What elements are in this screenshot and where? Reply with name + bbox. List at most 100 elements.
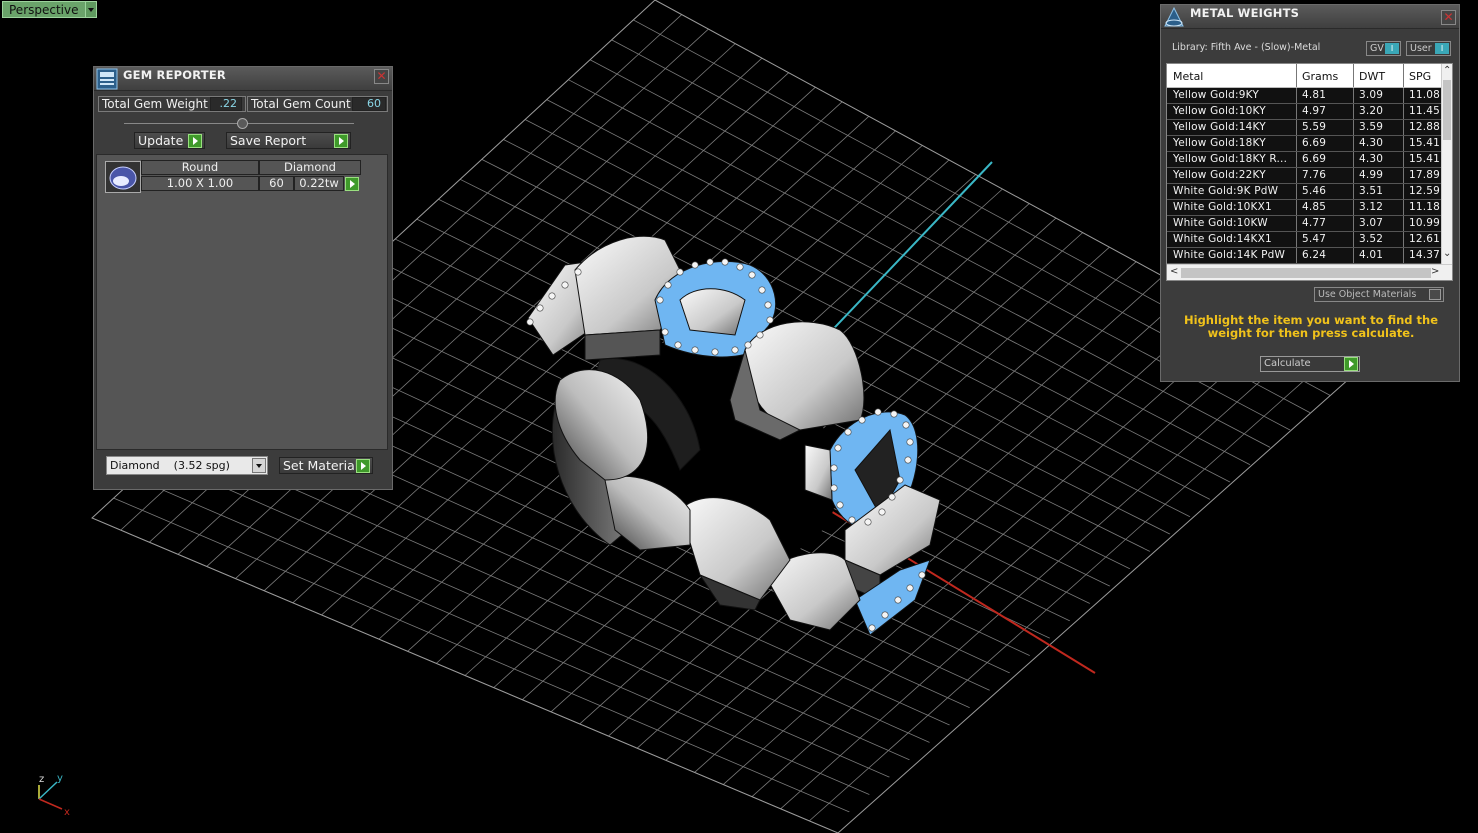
- prong-bead: [731, 346, 739, 354]
- table-row[interactable]: Yellow Gold:18KY 6.69 4.30 15.41: [1167, 136, 1443, 152]
- gem-reporter-panel[interactable]: GEM REPORTER ✕ Total Gem Weight .22 Tota…: [93, 66, 393, 490]
- scroll-left-icon[interactable]: <: [1170, 266, 1178, 277]
- gem-reporter-titlebar[interactable]: GEM REPORTER ✕: [94, 67, 392, 91]
- metal-weights-icon: [1164, 6, 1184, 27]
- gem-weight: 0.22tw: [294, 176, 344, 191]
- use-object-materials-label: Use Object Materials: [1318, 289, 1417, 300]
- viewport-name[interactable]: Perspective: [2, 1, 86, 18]
- dwt-cell: 4.99: [1359, 169, 1384, 181]
- dwt-cell: 4.30: [1359, 153, 1384, 165]
- table-row[interactable]: White Gold:14KX1 5.47 3.52 12.61: [1167, 232, 1443, 248]
- horizontal-scroll-thumb[interactable]: [1181, 268, 1431, 278]
- axis-triad-icon: z y x: [38, 773, 70, 816]
- material-select[interactable]: Diamond (3.52 spg): [106, 456, 268, 475]
- vertical-scroll-thumb[interactable]: [1443, 80, 1451, 140]
- prong-bead: [661, 328, 669, 336]
- grams-cell: 5.59: [1302, 121, 1327, 133]
- user-toggle[interactable]: User I: [1406, 41, 1451, 56]
- update-button[interactable]: Update: [134, 132, 205, 149]
- gem-size: 1.00 X 1.00: [141, 176, 259, 191]
- prong-bead: [561, 281, 569, 289]
- prong-bead: [706, 258, 714, 266]
- prong-bead: [664, 281, 672, 289]
- metal-name-cell: Yellow Gold:9KY: [1173, 89, 1259, 101]
- metal-table-header: Metal Grams DWT SPG: [1167, 64, 1443, 88]
- table-row[interactable]: Yellow Gold:14KY 5.59 3.59 12.88: [1167, 120, 1443, 136]
- spg-cell: 11.18: [1409, 201, 1441, 213]
- set-material-button[interactable]: Set Material: [279, 457, 373, 474]
- gem-list[interactable]: Round Diamond 1.00 X 1.00 60 0.22tw: [96, 154, 388, 450]
- panel-slider-handle[interactable]: [237, 118, 248, 129]
- dwt-cell: 3.12: [1359, 201, 1384, 213]
- prong-bead: [906, 438, 914, 446]
- dwt-cell: 4.01: [1359, 249, 1384, 261]
- metal-weights-panel[interactable]: METAL WEIGHTS ✕ Library: Fifth Ave - (Sl…: [1160, 4, 1460, 382]
- play-icon: [188, 134, 202, 148]
- checkbox-icon[interactable]: [1429, 289, 1441, 300]
- grams-cell: 4.81: [1302, 89, 1327, 101]
- col-metal[interactable]: Metal: [1173, 70, 1203, 83]
- gem-material: Diamond: [259, 160, 361, 175]
- prong-bead: [574, 268, 582, 276]
- close-icon[interactable]: ✕: [1441, 10, 1456, 25]
- vertical-scrollbar[interactable]: ⌃ ⌄: [1441, 64, 1452, 264]
- prong-bead: [830, 464, 838, 472]
- prong-bead: [756, 331, 764, 339]
- prong-bead: [711, 348, 719, 356]
- spg-cell: 11.45: [1409, 105, 1441, 117]
- prong-bead: [868, 624, 876, 632]
- play-icon: [334, 134, 348, 148]
- viewport-label[interactable]: Perspective: [2, 1, 97, 18]
- table-row[interactable]: White Gold:14K PdW 6.24 4.01 14.37: [1167, 248, 1443, 264]
- col-grams[interactable]: Grams: [1302, 70, 1338, 83]
- col-spg[interactable]: SPG: [1409, 70, 1431, 83]
- metal-name-cell: White Gold:10KW: [1173, 217, 1268, 229]
- prong-bead: [744, 341, 752, 349]
- grams-cell: 4.77: [1302, 217, 1327, 229]
- grams-cell: 7.76: [1302, 169, 1327, 181]
- spg-cell: 17.89: [1409, 169, 1441, 181]
- material-select-value: Diamond (3.52 spg): [110, 459, 230, 472]
- dwt-cell: 3.51: [1359, 185, 1384, 197]
- close-icon[interactable]: ✕: [374, 69, 389, 84]
- metal-weights-titlebar[interactable]: METAL WEIGHTS ✕: [1161, 5, 1459, 29]
- prong-bead: [674, 341, 682, 349]
- horizontal-scrollbar[interactable]: < >: [1167, 264, 1452, 280]
- spg-cell: 12.61: [1409, 233, 1441, 245]
- table-row[interactable]: Yellow Gold:18KY R... 6.69 4.30 15.41: [1167, 152, 1443, 168]
- table-row[interactable]: White Gold:10KX1 4.85 3.12 11.18: [1167, 200, 1443, 216]
- table-row[interactable]: Yellow Gold:22KY 7.76 4.99 17.89: [1167, 168, 1443, 184]
- scroll-up-icon[interactable]: ⌃: [1443, 65, 1451, 76]
- prong-bead: [902, 421, 910, 429]
- prong-bead: [656, 296, 664, 304]
- library-label: Library: Fifth Ave - (Slow)-Metal: [1172, 42, 1321, 53]
- table-row[interactable]: White Gold:9K PdW 5.46 3.51 12.59: [1167, 184, 1443, 200]
- table-row[interactable]: White Gold:10KW 4.77 3.07 10.99: [1167, 216, 1443, 232]
- table-row[interactable]: Yellow Gold:9KY 4.81 3.09 11.08: [1167, 88, 1443, 104]
- gem-thumbnail[interactable]: [105, 161, 141, 193]
- col-dwt[interactable]: DWT: [1359, 70, 1385, 83]
- chevron-down-icon[interactable]: [252, 458, 266, 473]
- prong-bead: [536, 304, 544, 312]
- grams-cell: 4.85: [1302, 201, 1327, 213]
- metal-name-cell: Yellow Gold:18KY R...: [1173, 153, 1288, 165]
- total-gem-weight-value: .22: [210, 97, 242, 111]
- calculate-button[interactable]: Calculate: [1260, 356, 1360, 372]
- scroll-right-icon[interactable]: >: [1431, 266, 1439, 277]
- spg-cell: 11.08: [1409, 89, 1441, 101]
- gv-toggle-switch[interactable]: I: [1385, 43, 1399, 54]
- update-button-label: Update: [138, 133, 184, 148]
- prong-bead: [830, 484, 838, 492]
- scroll-down-icon[interactable]: ⌄: [1443, 248, 1451, 259]
- prong-bead: [764, 301, 772, 309]
- gem-select-play-icon[interactable]: [345, 177, 359, 191]
- metal-table[interactable]: Metal Grams DWT SPG Yellow Gold:9KY 4.81 3…: [1166, 63, 1453, 281]
- use-object-materials-checkbox[interactable]: Use Object Materials: [1314, 287, 1444, 302]
- table-row[interactable]: Yellow Gold:10KY 4.97 3.20 11.45: [1167, 104, 1443, 120]
- gv-toggle[interactable]: GV I: [1366, 41, 1401, 56]
- viewport-menu-button[interactable]: [85, 1, 97, 18]
- spg-cell: 10.99: [1409, 217, 1441, 229]
- grams-cell: 6.69: [1302, 137, 1327, 149]
- save-report-button[interactable]: Save Report: [226, 132, 351, 149]
- user-toggle-switch[interactable]: I: [1435, 43, 1449, 54]
